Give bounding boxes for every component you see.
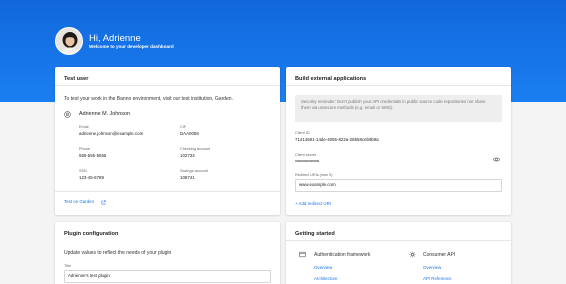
field-label: Phone xyxy=(79,147,90,151)
external-link-icon xyxy=(101,199,106,204)
eye-icon[interactable] xyxy=(493,156,500,163)
browser-window-icon xyxy=(299,251,306,258)
field-label: Checking account xyxy=(180,147,211,151)
greeting-block: Hi, Adrienne Welcome to your developer d… xyxy=(89,33,174,50)
test-user-card: Test user To test your work in the Banno… xyxy=(55,67,280,215)
auth-overview-link[interactable]: Overview xyxy=(314,265,332,270)
test-on-garden-label: Test on Garden xyxy=(64,199,95,204)
test-user-title: Test user xyxy=(55,67,280,86)
field-value: adrienne.johnson@example.com xyxy=(79,131,144,136)
consumer-api-heading: Consumer API xyxy=(423,252,456,258)
build-apps-card: Build external applications Security rem… xyxy=(286,67,511,215)
redirect-uri-input[interactable]: www.example.com xyxy=(295,179,502,192)
test-user-name: Adrienne M. Johnson xyxy=(79,111,130,117)
greeting-subtitle: Welcome to your developer dashboard xyxy=(89,44,174,49)
person-icon xyxy=(64,111,71,118)
auth-framework-heading: Authentication framework xyxy=(314,252,371,258)
api-gear-icon xyxy=(409,251,416,258)
consumer-overview-link[interactable]: Overview xyxy=(423,265,441,270)
plugin-config-intro: Update values to reflect the needs of yo… xyxy=(64,250,172,256)
security-notice: Security reminder: Don't publish your AP… xyxy=(295,95,502,122)
plugin-title-label: Title xyxy=(64,264,72,268)
getting-started-card: Getting started Authentication framework… xyxy=(286,222,511,284)
avatar xyxy=(55,27,83,55)
getting-started-title: Getting started xyxy=(286,222,511,241)
plugin-config-title: Plugin configuration xyxy=(64,231,119,237)
field-value: 102734 xyxy=(180,153,195,158)
test-on-garden-link[interactable]: Test on Garden xyxy=(64,198,114,206)
field-value: 555-555-5555 xyxy=(79,153,107,158)
api-reference-link[interactable]: API Reference xyxy=(423,276,452,281)
field-value: 123-45-6789 xyxy=(79,175,104,180)
client-secret-value: •••••••••••••••••••••••••••• xyxy=(295,159,320,163)
auth-architecture-link[interactable]: Architecture xyxy=(314,276,337,281)
add-redirect-uri-button[interactable]: + Add redirect URI xyxy=(295,201,331,206)
client-secret-label: Client secret xyxy=(295,153,317,157)
test-user-intro: To test your work in the Banno environme… xyxy=(64,96,233,102)
field-label: Savings account xyxy=(180,169,208,173)
field-label: SSN xyxy=(79,169,87,173)
field-label: Email xyxy=(79,125,89,129)
field-label: CIF xyxy=(180,125,187,129)
build-apps-title: Build external applications xyxy=(286,67,511,86)
redirect-uris-label: Redirect URIs (max 5) xyxy=(295,173,333,177)
field-value: 108741 xyxy=(180,175,195,180)
plugin-title-input[interactable]: Adrienne's test plugin xyxy=(64,270,271,283)
greeting-title: Hi, Adrienne xyxy=(89,33,141,44)
client-id-value: 71414681-14de-4065-822a-28b58ceb9b9a xyxy=(295,137,379,142)
plugin-config-card: Plugin configuration Update values to re… xyxy=(55,222,280,284)
field-value: DAA0058 xyxy=(180,131,199,136)
divider xyxy=(55,191,280,192)
client-id-label: Client ID xyxy=(295,131,310,135)
